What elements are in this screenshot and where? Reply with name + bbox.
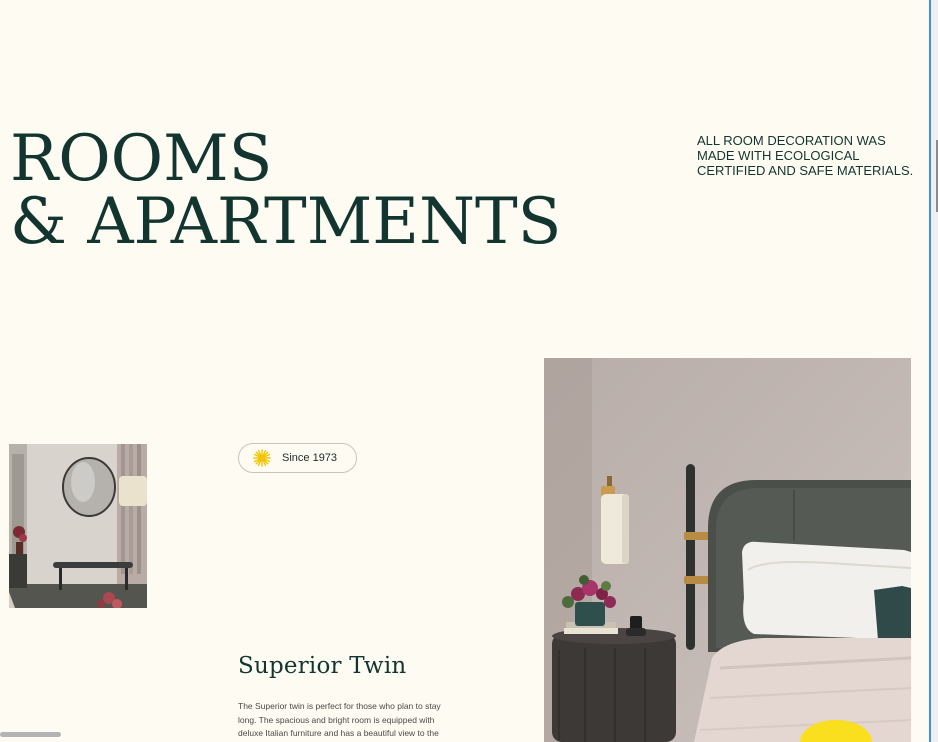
since-badge: Since 1973: [238, 443, 357, 473]
room-title[interactable]: Superior Twin: [238, 651, 406, 681]
room-feature-image[interactable]: [544, 358, 911, 742]
sunburst-icon: [253, 449, 271, 467]
page-title-line-2: & APARTMENTS: [10, 185, 562, 259]
since-badge-label: Since 1973: [282, 452, 338, 464]
room-mirror-bench-illustration: [9, 444, 147, 608]
scroll-indicator-line: [929, 0, 931, 742]
page-title-line-1: ROOMS: [10, 122, 273, 196]
room-thumbnail-image[interactable]: [9, 444, 147, 608]
room-description: The Superior twin is perfect for those w…: [238, 701, 441, 739]
eco-materials-note: ALL ROOM DECORATION WAS MADE WITH ECOLOG…: [697, 133, 914, 178]
page-title: ROOMS & APARTMENTS: [10, 122, 562, 259]
horizontal-scroll-thumb[interactable]: [0, 732, 61, 737]
bedroom-illustration: [544, 358, 911, 742]
